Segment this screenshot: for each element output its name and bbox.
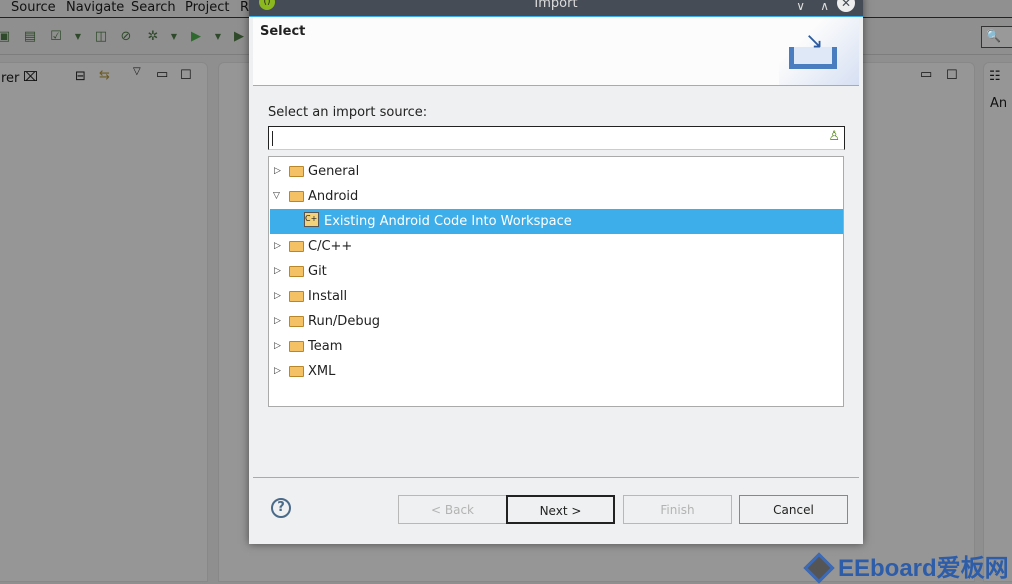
folder-icon xyxy=(289,341,304,352)
tree-item-git[interactable]: ▷ Git xyxy=(269,259,843,284)
eeboard-watermark: EEboard爱板网 xyxy=(803,548,1009,584)
skip-breakpoints-icon[interactable]: ⊘ xyxy=(118,29,134,45)
tree-item-android[interactable]: ▽ Android xyxy=(269,184,843,209)
expand-arrow-icon[interactable]: ▷ xyxy=(274,234,284,259)
debug-icon[interactable]: ✲ xyxy=(145,29,161,45)
tree-item-label: XML xyxy=(308,364,336,379)
menu-project[interactable]: Project xyxy=(185,0,229,15)
expand-arrow-icon[interactable]: ▷ xyxy=(274,334,284,359)
filter-input[interactable]: ♙ xyxy=(268,126,845,150)
text-cursor xyxy=(272,131,273,146)
close-window-button[interactable]: ✕ xyxy=(837,0,855,12)
view-menu-icon[interactable]: ▽ xyxy=(133,66,141,77)
cancel-button[interactable]: Cancel xyxy=(739,495,848,524)
minimize-icon[interactable]: ▭ xyxy=(156,67,168,82)
minimize-window-icon[interactable]: ∨ xyxy=(796,0,805,15)
tree-item-xml[interactable]: ▷ XML xyxy=(269,359,843,384)
maximize-icon[interactable]: ☐ xyxy=(180,68,192,83)
tree-item-run-debug[interactable]: ▷ Run/Debug xyxy=(269,309,843,334)
tree-item-label: Git xyxy=(308,264,327,279)
import-wizard-icon: ↘ xyxy=(779,17,859,85)
tree-item-general[interactable]: ▷ General xyxy=(269,159,843,184)
wizard-header: Select ↘ xyxy=(253,17,859,86)
android-avd-icon[interactable]: ▤ xyxy=(22,29,38,45)
import-source-label: Select an import source: xyxy=(268,105,428,120)
menu-run[interactable]: R xyxy=(240,0,249,15)
expand-arrow-icon[interactable]: ▷ xyxy=(274,309,284,334)
outline-icon[interactable]: ☷ xyxy=(989,69,1001,84)
folder-icon xyxy=(289,316,304,327)
help-icon[interactable]: ? xyxy=(271,498,291,518)
menu-navigate[interactable]: Navigate xyxy=(66,0,124,15)
android-download-icon[interactable]: ▣ xyxy=(0,29,12,45)
import-dialog: () Import ∨ ∧ ✕ Select ↘ Select an impor… xyxy=(249,0,863,544)
back-button[interactable]: < Back xyxy=(398,495,507,524)
link-editor-icon[interactable]: ⇆ xyxy=(99,68,110,83)
tree-item-label: General xyxy=(308,164,360,179)
folder-icon xyxy=(289,291,304,302)
dropdown-arrow-icon[interactable]: ▼ xyxy=(166,29,182,45)
tree-item-team[interactable]: ▷ Team xyxy=(269,334,843,359)
tree-item-cpp[interactable]: ▷ C/C++ xyxy=(269,234,843,259)
folder-icon xyxy=(289,266,304,277)
tree-item-label: Run/Debug xyxy=(308,314,381,329)
dropdown-arrow-icon[interactable]: ▼ xyxy=(210,29,226,45)
folder-icon xyxy=(289,241,304,252)
tree-item-existing-android-code[interactable]: C+ Existing Android Code Into Workspace xyxy=(270,209,843,234)
title-bar: () Import ∨ ∧ ✕ xyxy=(249,0,863,17)
tree-item-install[interactable]: ▷ Install xyxy=(269,284,843,309)
dropdown-arrow-icon[interactable]: ▼ xyxy=(70,29,86,45)
import-source-tree: ▷ General ▽ Android C+ Existing Android Cod… xyxy=(268,156,844,407)
tree-item-label: C/C++ xyxy=(308,239,353,254)
checkbox-icon[interactable]: ☑ xyxy=(48,29,64,45)
quick-access-search[interactable]: 🔍 xyxy=(981,26,1012,48)
expand-arrow-icon[interactable]: ▷ xyxy=(274,359,284,384)
maximize-icon[interactable]: ☐ xyxy=(946,68,958,83)
watermark-logo-icon xyxy=(803,552,835,584)
outline-panel: ☷ An c xyxy=(983,62,1012,582)
package-explorer-panel: rer ⌧ ⊟ ⇆ ▽ ▭ ☐ xyxy=(0,62,208,582)
separator xyxy=(253,477,859,478)
collapse-all-icon[interactable]: ⊟ xyxy=(75,69,86,84)
menu-search[interactable]: Search xyxy=(131,0,176,15)
expand-arrow-icon[interactable]: ▷ xyxy=(274,284,284,309)
folder-icon xyxy=(289,191,304,202)
tree-item-label: Existing Android Code Into Workspace xyxy=(324,214,572,229)
collapse-arrow-icon[interactable]: ▽ xyxy=(273,184,283,209)
new-class-icon[interactable]: ◫ xyxy=(93,29,109,45)
android-project-icon: C+ xyxy=(304,212,319,227)
clear-filter-icon[interactable]: ♙ xyxy=(828,129,840,144)
eclipse-app-icon: () xyxy=(259,0,275,10)
maximize-window-icon[interactable]: ∧ xyxy=(820,0,829,15)
search-icon: 🔍 xyxy=(986,29,1001,43)
tree-item-label: Android xyxy=(308,189,359,204)
folder-icon xyxy=(289,366,304,377)
wizard-page-title: Select xyxy=(260,24,306,39)
next-button[interactable]: Next > xyxy=(506,495,615,524)
finish-button[interactable]: Finish xyxy=(623,495,732,524)
external-tools-icon[interactable]: ▶ xyxy=(231,29,247,45)
expand-arrow-icon[interactable]: ▷ xyxy=(274,259,284,284)
dialog-title: Import xyxy=(534,0,578,11)
minimize-icon[interactable]: ▭ xyxy=(920,67,932,82)
folder-icon xyxy=(289,166,304,177)
expand-arrow-icon[interactable]: ▷ xyxy=(274,159,284,184)
panel-tab-label[interactable]: rer xyxy=(1,71,19,86)
tree-item-label: Team xyxy=(308,339,343,354)
close-icon[interactable]: ⌧ xyxy=(23,70,38,85)
outline-text: An c xyxy=(990,96,1012,111)
run-icon[interactable]: ▶ xyxy=(188,29,204,45)
menu-source[interactable]: Source xyxy=(11,0,56,15)
tree-item-label: Install xyxy=(308,289,348,304)
